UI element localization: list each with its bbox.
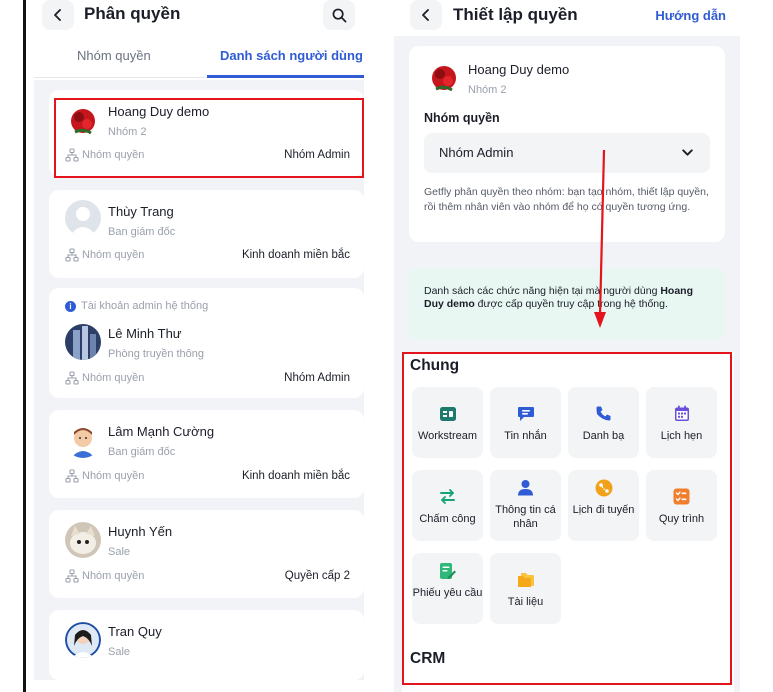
permission-group-label: Nhóm quyền bbox=[424, 111, 500, 125]
user-card[interactable]: Thùy Trang Ban giám đốc Nhóm quyền Kinh … bbox=[49, 190, 364, 278]
user-card[interactable]: Lâm Mạnh Cường Ban giám đốc Nhóm quyền K… bbox=[49, 410, 364, 498]
chevron-down-icon bbox=[682, 149, 693, 156]
avatar bbox=[65, 522, 101, 558]
highlight-feature-list bbox=[402, 352, 732, 685]
user-name: Lê Minh Thư bbox=[108, 326, 182, 341]
info-icon: i bbox=[65, 300, 76, 312]
guide-link[interactable]: Hướng dẫn bbox=[655, 8, 726, 23]
user-role: Sale bbox=[108, 646, 131, 658]
admin-note: i Tài khoản admin hệ thống bbox=[65, 300, 208, 312]
hierarchy-icon bbox=[65, 469, 79, 483]
notice-text: Danh sách các chức năng hiện tại mà ngườ… bbox=[424, 285, 709, 311]
tab-user-list[interactable]: Danh sách người dùng bbox=[220, 48, 363, 63]
search-button[interactable] bbox=[323, 0, 355, 30]
header-bar: Thiết lập quyền Hướng dẫn bbox=[394, 0, 740, 36]
user-name: Huynh Yến bbox=[108, 524, 173, 539]
active-tab-indicator bbox=[207, 75, 364, 78]
avatar bbox=[65, 422, 101, 458]
avatar bbox=[426, 59, 462, 95]
page-title: Phân quyền bbox=[84, 4, 181, 23]
hierarchy-icon bbox=[65, 248, 79, 262]
avatar bbox=[65, 622, 101, 658]
admin-note-text: Tài khoản admin hệ thống bbox=[81, 300, 209, 312]
user-name: Thùy Trang bbox=[108, 204, 174, 219]
group-label: Nhóm quyền bbox=[82, 570, 145, 582]
page-title: Thiết lập quyền bbox=[453, 5, 578, 24]
user-card[interactable]: Huynh Yến Sale Nhóm quyền Quyền cấp 2 bbox=[49, 510, 364, 598]
hierarchy-icon bbox=[65, 371, 79, 385]
user-role: Nhóm 2 bbox=[468, 84, 507, 96]
user-name: Lâm Mạnh Cường bbox=[108, 424, 215, 439]
user-name: Hoang Duy demo bbox=[468, 62, 570, 77]
tab-permission-groups[interactable]: Nhóm quyền bbox=[77, 48, 151, 63]
group-label: Nhóm quyền bbox=[82, 470, 145, 482]
group-description: Getfly phân quyền theo nhóm: bạn tạo nhó… bbox=[424, 186, 709, 213]
permission-group-select[interactable]: Nhóm Admin bbox=[424, 133, 710, 173]
back-button[interactable] bbox=[42, 0, 74, 30]
hierarchy-icon bbox=[65, 569, 79, 583]
group-label: Nhóm quyền bbox=[82, 372, 145, 384]
group-label: Nhóm quyền bbox=[82, 249, 145, 261]
user-role: Phòng truyền thông bbox=[108, 348, 205, 360]
avatar bbox=[65, 324, 101, 360]
group-value: Nhóm Admin bbox=[284, 372, 350, 384]
tab-bar: Nhóm quyền Danh sách người dùng bbox=[34, 36, 364, 78]
user-card[interactable]: i Tài khoản admin hệ thống Lê Minh Thư P… bbox=[49, 288, 364, 398]
search-icon bbox=[332, 8, 346, 22]
header-bar: Phân quyền bbox=[26, 0, 371, 34]
annotation-arrow bbox=[594, 149, 606, 328]
access-notice: Danh sách các chức năng hiện tại mà ngườ… bbox=[409, 268, 725, 340]
avatar bbox=[65, 200, 101, 236]
group-value: Quyền cấp 2 bbox=[284, 570, 350, 582]
notice-before: Danh sách các chức năng hiện tại mà ngườ… bbox=[424, 285, 661, 297]
highlight-selected-user bbox=[54, 98, 364, 178]
user-role: Ban giám đốc bbox=[108, 226, 176, 238]
user-role: Sale bbox=[108, 546, 131, 558]
user-name: Tran Quy bbox=[108, 624, 162, 639]
group-value: Kinh doanh miền bắc bbox=[241, 249, 350, 261]
user-profile-card: Hoang Duy demo Nhóm 2 Nhóm quyền Nhóm Ad… bbox=[409, 46, 725, 242]
user-role: Ban giám đốc bbox=[108, 446, 176, 458]
notice-after: được cấp quyền truy cập trong hệ thống. bbox=[474, 298, 668, 310]
user-card[interactable]: Tran Quy Sale bbox=[49, 610, 364, 680]
chevron-left-icon bbox=[54, 9, 61, 21]
chevron-left-icon bbox=[422, 9, 429, 21]
group-value: Kinh doanh miền bắc bbox=[241, 470, 350, 482]
selected-group: Nhóm Admin bbox=[439, 145, 514, 160]
back-button[interactable] bbox=[410, 0, 442, 30]
